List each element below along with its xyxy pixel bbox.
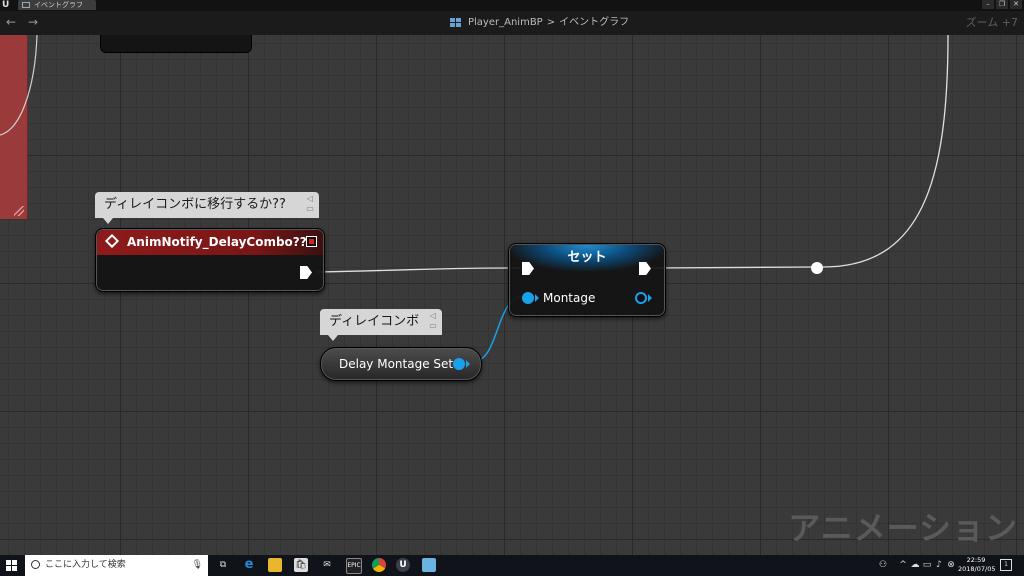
- wire-left-curve: [0, 35, 38, 136]
- clock[interactable]: 22:59 2018/07/05: [958, 556, 996, 574]
- exec-out-pin[interactable]: [300, 266, 312, 279]
- event-comment-bubble[interactable]: ディレイコンボに移行するか?? ◁ ▭: [95, 192, 319, 224]
- set-node[interactable]: セット Montage: [508, 243, 666, 317]
- breadcrumb: Player_AnimBP > イベントグラフ: [450, 16, 629, 30]
- minimize-button[interactable]: –: [982, 0, 994, 9]
- variable-name: Delay Montage Set: [339, 357, 454, 371]
- clock-date: 2018/07/05: [958, 565, 996, 573]
- back-arrow-icon[interactable]: ←: [4, 15, 18, 29]
- tab-event-graph[interactable]: イベントグラフ: [18, 0, 96, 10]
- tab-event-graph-label: イベントグラフ: [34, 1, 83, 9]
- montage-in-pin[interactable]: [522, 292, 534, 304]
- maximize-button[interactable]: ❐: [996, 0, 1008, 9]
- task-view-icon[interactable]: ⧉: [216, 558, 230, 572]
- delegate-pin-icon[interactable]: [306, 236, 317, 247]
- tray-chevron-icon[interactable]: ^: [898, 559, 908, 571]
- variable-out-pin[interactable]: [453, 358, 465, 370]
- unreal-logo-icon: U: [2, 0, 10, 10]
- pin-icon[interactable]: ◁ ▭: [304, 194, 316, 214]
- montage-pin-label: Montage: [543, 291, 596, 305]
- graph-type-watermark: アニメーション: [788, 509, 1018, 547]
- pin-arrow-icon: [648, 294, 652, 302]
- tab-strip: U イベントグラフ – ❐ ✕: [0, 0, 1024, 11]
- diamond-event-icon: [104, 233, 120, 249]
- forward-arrow-icon[interactable]: →: [26, 15, 40, 29]
- volume-icon[interactable]: ♪: [934, 559, 944, 571]
- window-controls: – ❐ ✕: [982, 0, 1022, 9]
- exec-wire-set-to-reroute: [651, 266, 818, 269]
- ime-icon[interactable]: ⊗: [946, 559, 956, 571]
- mail-icon[interactable]: ✉: [320, 558, 334, 572]
- event-node-title: AnimNotify_DelayCombo??: [127, 235, 307, 249]
- zoom-level: ズーム +7: [965, 16, 1018, 29]
- app-icon[interactable]: [422, 558, 436, 572]
- microphone-icon[interactable]: 🎙: [192, 559, 203, 571]
- event-comment-text: ディレイコンボに移行するか??: [104, 197, 286, 212]
- unreal-engine-icon[interactable]: U: [396, 558, 410, 572]
- file-explorer-icon[interactable]: [268, 558, 282, 572]
- event-node-header: AnimNotify_DelayCombo??: [97, 230, 323, 255]
- exec-wire-event-to-set: [316, 267, 522, 273]
- taskbar: ここに入力して検索 🎙 ⧉ e 🛍 ✉ EPIC U ⚇ ^ ☁ ▭ ♪ ⊗ 2…: [0, 555, 1024, 576]
- people-icon[interactable]: ⚇: [878, 559, 888, 571]
- breadcrumb-root[interactable]: Player_AnimBP: [468, 16, 543, 30]
- breadcrumb-current: イベントグラフ: [559, 17, 630, 28]
- variable-comment-bubble[interactable]: ディレイコンボ ◁ ▭: [320, 309, 442, 341]
- close-button[interactable]: ✕: [1010, 0, 1022, 9]
- graph-toolbar: ← → Player_AnimBP > イベントグラフ ズーム +7: [0, 11, 1024, 36]
- search-input[interactable]: ここに入力して検索 🎙: [25, 555, 208, 576]
- variable-get-node[interactable]: Delay Montage Set: [320, 347, 482, 381]
- store-icon[interactable]: 🛍: [294, 558, 308, 572]
- graph-canvas[interactable]: ディレイコンボに移行するか?? ◁ ▭ ディレイコンボ ◁ ▭ AnimNotify…: [0, 35, 1024, 555]
- breadcrumb-separator: >: [546, 17, 556, 28]
- pin-arrow-icon: [535, 294, 539, 302]
- pin-icon[interactable]: ◁ ▭: [427, 311, 439, 331]
- exec-wire-reroute-up: [822, 35, 949, 268]
- pin-arrow-icon: [466, 360, 470, 368]
- cloud-icon[interactable]: ☁: [910, 559, 920, 571]
- search-placeholder: ここに入力して検索: [45, 560, 126, 570]
- notification-count: 1: [1004, 561, 1008, 568]
- windows-start-icon[interactable]: [6, 560, 17, 571]
- blueprint-icon: [450, 17, 464, 29]
- edge-browser-icon[interactable]: e: [242, 558, 256, 572]
- network-icon[interactable]: ▭: [922, 559, 932, 571]
- notification-icon[interactable]: 1: [1000, 559, 1012, 571]
- reroute-node[interactable]: [811, 262, 823, 274]
- search-icon: [31, 560, 40, 569]
- event-node[interactable]: AnimNotify_DelayCombo??: [95, 228, 325, 292]
- graph-tab-icon: [22, 2, 30, 8]
- montage-out-pin[interactable]: [635, 292, 647, 304]
- epic-launcher-icon[interactable]: EPIC: [346, 558, 362, 574]
- chrome-icon[interactable]: [372, 558, 386, 572]
- clock-time: 22:59: [966, 556, 986, 564]
- variable-comment-text: ディレイコンボ: [329, 314, 420, 329]
